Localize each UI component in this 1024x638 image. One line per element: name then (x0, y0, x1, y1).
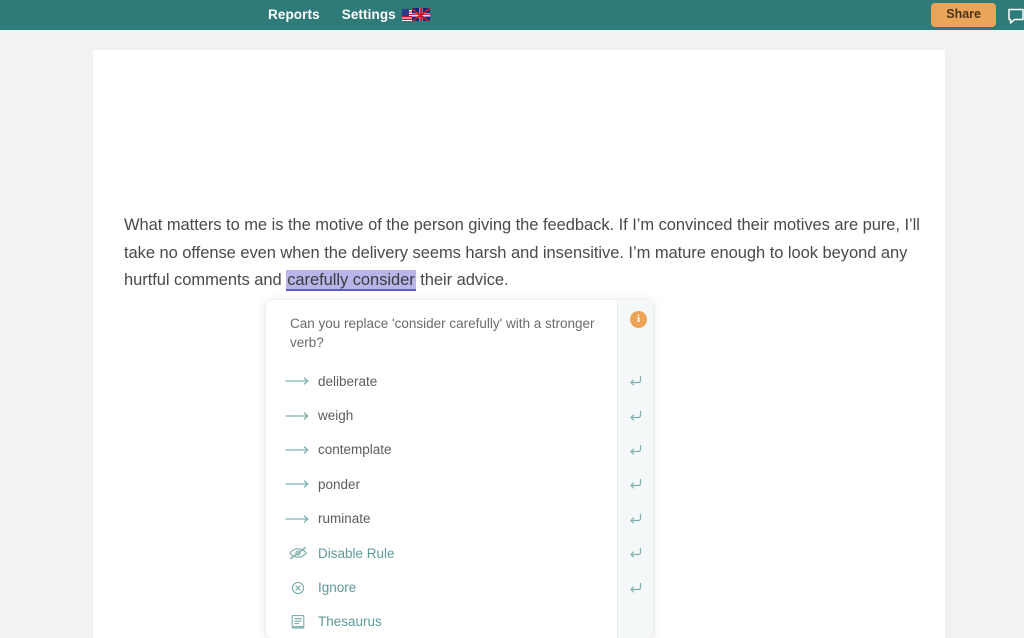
suggestion-option-label: Thesaurus (318, 614, 382, 630)
suggestion-option-thesaurus[interactable]: Thesaurus (266, 605, 617, 638)
uk-flag-icon (411, 8, 430, 21)
suggestion-option-label: ponder (318, 476, 361, 492)
highlighted-phrase[interactable]: carefully consider (286, 270, 416, 291)
suggestion-card-shortcut-column: i (617, 300, 653, 638)
return-key-empty (618, 605, 653, 638)
suggestion-option-label: deliberate (318, 373, 378, 389)
return-key-icon[interactable] (618, 364, 653, 398)
suggestion-popup-card: Can you replace 'consider carefully' wit… (266, 300, 653, 638)
paragraph-text-after: their advice. (415, 271, 509, 289)
suggestion-option-weigh[interactable]: weigh (266, 398, 617, 432)
long-arrow-right-icon (278, 373, 318, 389)
suggestion-option-label: weigh (318, 408, 354, 424)
return-key-icon[interactable] (618, 502, 653, 536)
long-arrow-right-icon (278, 442, 318, 458)
circle-x-icon (278, 580, 318, 596)
suggestion-option-deliberate[interactable]: deliberate (266, 364, 617, 398)
return-key-icon[interactable] (618, 398, 653, 432)
return-key-icon[interactable] (618, 570, 653, 604)
return-key-column (618, 300, 653, 638)
long-arrow-right-icon (278, 408, 318, 424)
long-arrow-right-icon (278, 511, 318, 527)
suggestion-option-label: contemplate (318, 442, 392, 458)
suggestion-question: Can you replace 'consider carefully' wit… (290, 316, 595, 350)
us-uk-flags-icon[interactable] (401, 7, 430, 23)
nav-item-reports[interactable]: Reports (268, 0, 320, 30)
suggestion-option-contemplate[interactable]: contemplate (266, 433, 617, 467)
nav-item-settings[interactable]: Settings (342, 0, 430, 30)
main-navigation: Reports Settings (268, 0, 430, 30)
speech-bubble-icon[interactable] (1006, 5, 1024, 25)
suggestion-option-ignore[interactable]: Ignore (266, 570, 617, 604)
eye-slash-icon (278, 545, 318, 561)
share-button[interactable]: Share (931, 3, 996, 27)
paragraph-text-before: What matters to me is the motive of the … (124, 216, 920, 289)
app-header: Reports Settings Share (0, 0, 1024, 30)
header-actions: Share (931, 0, 1024, 30)
suggestion-option-label: ruminate (318, 511, 371, 527)
suggestion-option-ponder[interactable]: ponder (266, 467, 617, 501)
suggestion-option-label: Ignore (318, 580, 357, 596)
document-paragraph[interactable]: What matters to me is the motive of the … (124, 212, 924, 295)
return-key-icon[interactable] (618, 536, 653, 570)
book-list-icon (278, 614, 318, 630)
suggestion-card-main: Can you replace 'consider carefully' wit… (266, 300, 617, 638)
return-key-icon[interactable] (618, 433, 653, 467)
return-key-icon[interactable] (618, 467, 653, 501)
suggestion-option-ruminate[interactable]: ruminate (266, 502, 617, 536)
suggestion-option-list: deliberate weigh contemplate ponder ruminate… (266, 364, 617, 638)
long-arrow-right-icon (278, 476, 318, 492)
nav-item-settings-label: Settings (341, 7, 396, 22)
suggestion-option-label: Disable Rule (318, 545, 395, 561)
suggestion-option-disable-rule[interactable]: Disable Rule (266, 536, 617, 570)
